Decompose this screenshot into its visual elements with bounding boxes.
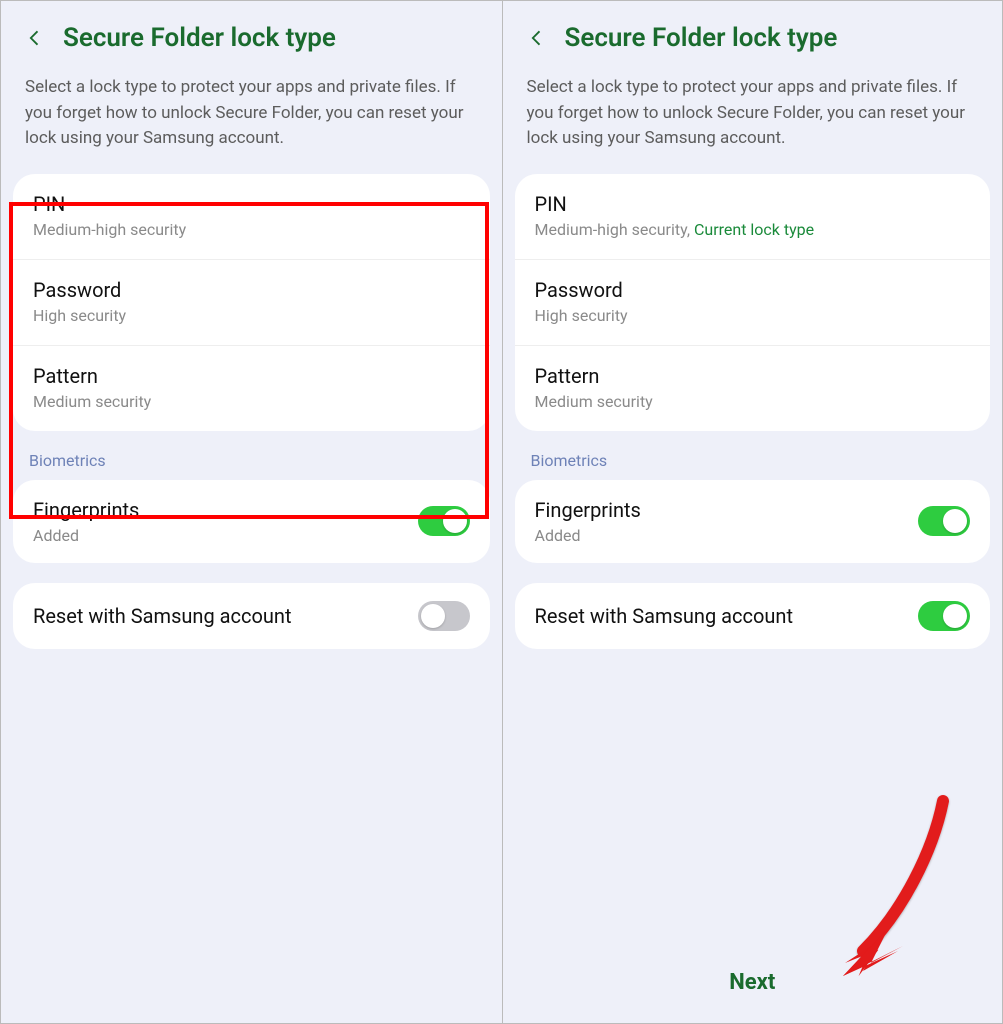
bottom-bar: Next (503, 970, 1003, 1023)
fingerprints-row[interactable]: Fingerprints Added (515, 480, 991, 563)
reset-samsung-toggle[interactable] (418, 601, 470, 631)
lock-type-pattern[interactable]: Pattern Medium security (515, 345, 991, 431)
lock-type-pattern[interactable]: Pattern Medium security (13, 345, 490, 431)
lock-type-sub: Medium security (535, 392, 971, 411)
screen-left: Secure Folder lock type Select a lock ty… (1, 1, 502, 1023)
fingerprints-label: Fingerprints (33, 498, 139, 522)
lock-type-sub: Medium security (33, 392, 470, 411)
fingerprints-row[interactable]: Fingerprints Added (13, 480, 490, 563)
lock-type-sub: High security (33, 306, 470, 325)
fingerprints-toggle[interactable] (418, 506, 470, 536)
fingerprints-sub: Added (535, 526, 641, 545)
header: Secure Folder lock type (503, 1, 1003, 61)
reset-samsung-label: Reset with Samsung account (33, 604, 292, 628)
chevron-left-icon (527, 28, 547, 48)
lock-type-pin[interactable]: PIN Medium-high security, Current lock t… (515, 174, 991, 259)
back-button[interactable] (527, 28, 547, 48)
lock-type-sub: High security (535, 306, 971, 325)
lock-type-label: Pattern (535, 364, 971, 388)
lock-type-label: PIN (535, 192, 971, 216)
lock-type-label: Password (535, 278, 971, 302)
lock-type-group: PIN Medium-high security, Current lock t… (515, 174, 991, 431)
fingerprints-toggle[interactable] (918, 506, 970, 536)
lock-type-sub: Medium-high security, Current lock type (535, 220, 971, 239)
lock-type-label: Pattern (33, 364, 470, 388)
annotation-arrow-icon (813, 791, 963, 981)
chevron-left-icon (25, 28, 45, 48)
page-title: Secure Folder lock type (63, 23, 336, 53)
screen-right: Secure Folder lock type Select a lock ty… (502, 1, 1003, 1023)
reset-samsung-row[interactable]: Reset with Samsung account (13, 583, 490, 649)
page-title: Secure Folder lock type (565, 23, 838, 53)
fingerprints-sub: Added (33, 526, 139, 545)
lock-type-sub: Medium-high security (33, 220, 470, 239)
page-description: Select a lock type to protect your apps … (1, 61, 502, 174)
reset-samsung-row[interactable]: Reset with Samsung account (515, 583, 991, 649)
biometrics-header: Biometrics (1, 431, 502, 480)
lock-type-password[interactable]: Password High security (13, 259, 490, 345)
biometrics-header: Biometrics (503, 431, 1003, 480)
lock-type-pin[interactable]: PIN Medium-high security (13, 174, 490, 259)
next-button[interactable]: Next (729, 970, 775, 995)
current-lock-badge: Current lock type (694, 220, 814, 239)
lock-type-label: PIN (33, 192, 470, 216)
reset-samsung-label: Reset with Samsung account (535, 604, 794, 628)
page-description: Select a lock type to protect your apps … (503, 61, 1003, 174)
fingerprints-label: Fingerprints (535, 498, 641, 522)
lock-type-password[interactable]: Password High security (515, 259, 991, 345)
header: Secure Folder lock type (1, 1, 502, 61)
back-button[interactable] (25, 28, 45, 48)
reset-samsung-toggle[interactable] (918, 601, 970, 631)
lock-type-label: Password (33, 278, 470, 302)
lock-type-group: PIN Medium-high security Password High s… (13, 174, 490, 431)
